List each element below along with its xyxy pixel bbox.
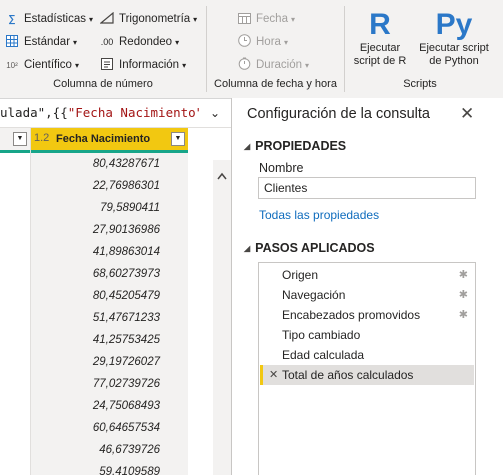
- query-name-input[interactable]: [258, 177, 476, 199]
- number-column-group-label: Columna de número: [53, 78, 153, 90]
- collapse-triangle-icon: ◢: [244, 141, 251, 151]
- scientific-button[interactable]: 10² Científico ▾: [4, 55, 79, 75]
- table-cell[interactable]: 41,89863014: [31, 241, 188, 263]
- column-filter-dropdown[interactable]: ▼: [13, 132, 27, 146]
- vertical-scrollbar[interactable]: [213, 160, 231, 475]
- chevron-down-icon: ▾: [182, 60, 187, 70]
- formula-text: ulada",{{: [0, 105, 68, 120]
- table-cell[interactable]: 59,4109589: [31, 461, 188, 475]
- stopwatch-icon: [236, 57, 252, 73]
- delete-step-icon[interactable]: ✕: [269, 365, 278, 385]
- r-script-icon: R: [369, 8, 391, 41]
- chevron-down-icon: ▾: [89, 14, 94, 24]
- python-script-icon: Py: [435, 8, 473, 41]
- step-tipo-cambiado[interactable]: Tipo cambiado: [260, 325, 474, 345]
- run-python-script-button[interactable]: Py Ejecutar script de Python: [410, 8, 498, 68]
- collapse-triangle-icon: ◢: [244, 243, 251, 253]
- grid-icon: [4, 34, 20, 50]
- expand-formula-button[interactable]: ⌄: [200, 99, 230, 127]
- chevron-down-icon: ⌄: [209, 106, 221, 120]
- applied-steps-list: Origen ✱ Navegación ✱ Encabezados promov…: [258, 262, 476, 475]
- column-header-fecha-nacimiento[interactable]: 1.2 Fecha Nacimiento ▼: [31, 128, 188, 153]
- close-icon[interactable]: ✕: [460, 104, 474, 124]
- trigonometry-button[interactable]: Trigonometría ▾: [99, 9, 197, 29]
- column-filter-dropdown[interactable]: ▼: [171, 132, 185, 146]
- table-cell[interactable]: 79,5890411: [31, 197, 188, 219]
- information-button[interactable]: Información ▾: [99, 55, 186, 75]
- chevron-down-icon: ▾: [175, 37, 180, 47]
- table-cell[interactable]: 46,6739726: [31, 439, 188, 461]
- date-button[interactable]: Fecha ▾: [236, 9, 295, 29]
- table-cell[interactable]: 68,60273973: [31, 263, 188, 285]
- table-cell[interactable]: 80,45205479: [31, 285, 188, 307]
- pane-title: Configuración de la consulta: [247, 106, 430, 122]
- clock-icon: [236, 34, 252, 50]
- properties-section-header[interactable]: ◢ PROPIEDADES: [244, 139, 346, 153]
- chevron-down-icon: ▾: [305, 60, 310, 70]
- time-button[interactable]: Hora ▾: [236, 32, 288, 52]
- formula-bar[interactable]: ulada",{{"Fecha Nacimiento",: [0, 99, 231, 128]
- ribbon: ∑ Estadísticas ▾ Trigonometría ▾ Estánda…: [0, 0, 503, 99]
- rounding-icon: .00: [100, 37, 114, 47]
- standard-button[interactable]: Estándar ▾: [4, 32, 77, 52]
- table-cell[interactable]: 60,64657534: [31, 417, 188, 439]
- applied-steps-section-header[interactable]: ◢ PASOS APLICADOS: [244, 241, 375, 255]
- rounding-button[interactable]: .00 Redondeo ▾: [99, 32, 179, 52]
- data-grid: ▼ 1.2 Fecha Nacimiento ▼ 80,43287671 22,7…: [0, 128, 231, 475]
- step-origen[interactable]: Origen ✱: [260, 265, 474, 285]
- scientific-icon: 10²: [6, 60, 18, 70]
- table-cell[interactable]: 22,76986301: [31, 175, 188, 197]
- formula-string-text: "Fecha Nacimiento",: [67, 105, 211, 120]
- chevron-down-icon: ▾: [290, 14, 295, 24]
- decimal-type-icon[interactable]: 1.2: [34, 132, 49, 144]
- chevron-down-icon: ▾: [283, 37, 288, 47]
- datetime-group-label: Columna de fecha y hora: [214, 78, 337, 90]
- scroll-up-icon[interactable]: [217, 172, 227, 180]
- statistics-button[interactable]: ∑ Estadísticas ▾: [4, 9, 93, 29]
- chevron-down-icon: ▾: [73, 37, 78, 47]
- sigma-icon: ∑: [8, 13, 16, 25]
- gear-icon[interactable]: ✱: [459, 305, 468, 325]
- table-cell[interactable]: 51,47671233: [31, 307, 188, 329]
- table-cell[interactable]: 29,19726027: [31, 351, 188, 373]
- calendar-icon: [236, 12, 252, 27]
- chevron-down-icon: ▾: [74, 60, 79, 70]
- table-cell[interactable]: 77,02739726: [31, 373, 188, 395]
- trigonometry-icon: [99, 11, 115, 27]
- step-edad-calculada[interactable]: Edad calculada: [260, 345, 474, 365]
- chevron-down-icon: ▾: [193, 14, 198, 24]
- scripts-group-label: Scripts: [403, 78, 437, 90]
- table-cell[interactable]: 27,90136986: [31, 219, 188, 241]
- table-cell[interactable]: 80,43287671: [31, 153, 188, 175]
- table-cell[interactable]: 41,25753425: [31, 329, 188, 351]
- table-cell[interactable]: 24,75068493: [31, 395, 188, 417]
- name-label: Nombre: [259, 161, 304, 175]
- information-icon: [99, 57, 115, 73]
- all-properties-link[interactable]: Todas las propiedades: [259, 208, 379, 222]
- gear-icon[interactable]: ✱: [459, 285, 468, 305]
- gear-icon[interactable]: ✱: [459, 265, 468, 285]
- run-r-script-button[interactable]: R Ejecutar script de R: [350, 8, 410, 68]
- previous-column-header[interactable]: ▼: [0, 128, 30, 153]
- column-header-label: Fecha Nacimiento: [56, 133, 151, 145]
- duration-button[interactable]: Duración ▾: [236, 55, 309, 75]
- step-encabezados-promovidos[interactable]: Encabezados promovidos ✱: [260, 305, 474, 325]
- step-navegacion[interactable]: Navegación ✱: [260, 285, 474, 305]
- step-total-de-anos-calculados[interactable]: ✕ Total de años calculados: [260, 365, 474, 385]
